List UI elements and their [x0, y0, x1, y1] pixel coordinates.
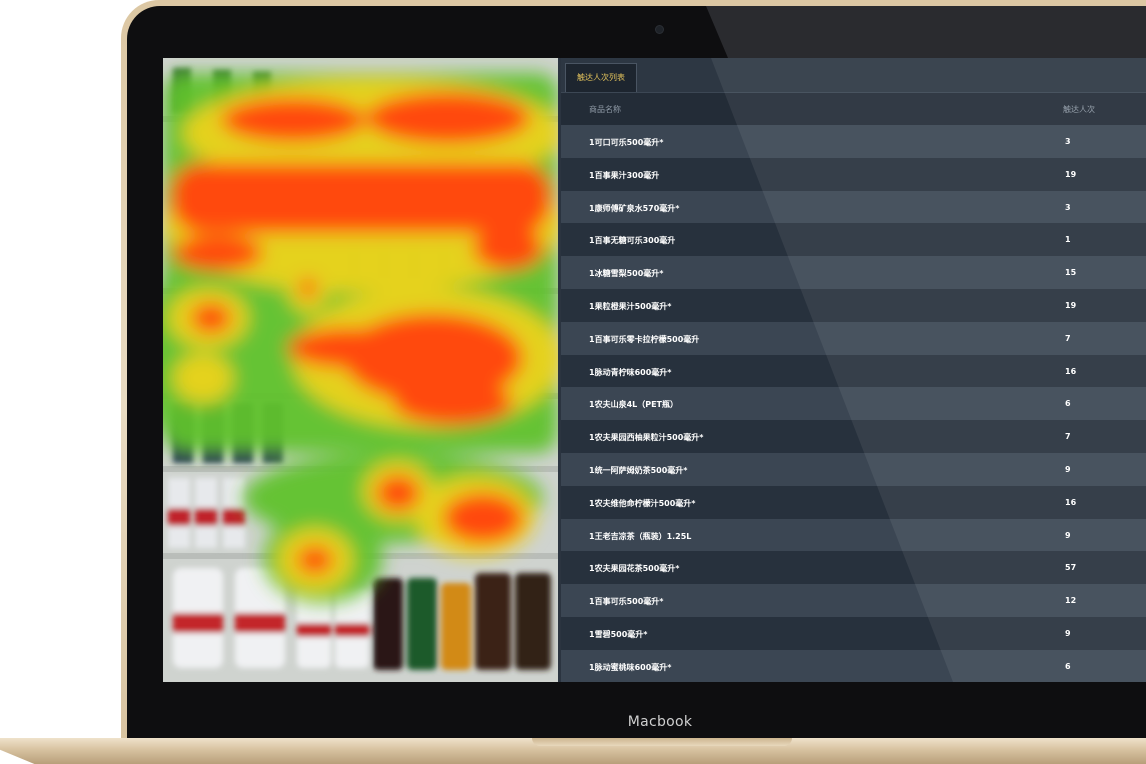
laptop-screen: 触达人次列表 商品名称 触达人次 1可口可乐500毫升* 3 1百事果汁300毫升 1… [163, 58, 1146, 682]
row-product-name: 1脉动蜜桃味600毫升* [589, 662, 672, 672]
table-header: 商品名称 触达人次 [561, 93, 1146, 125]
row-product-name: 1百事无糖可乐300毫升 [589, 236, 676, 246]
laptop-hinge [532, 738, 792, 746]
bezel-reflection [706, 6, 1146, 58]
camera-icon [656, 26, 663, 33]
column-header-count[interactable]: 触达人次 [1063, 104, 1095, 115]
row-product-name: 1农夫果园花茶500毫升* [589, 564, 680, 574]
table-row[interactable]: 1百事可乐500毫升* 12 [561, 584, 1146, 617]
table-row[interactable]: 1果粒橙果汁500毫升* 19 [561, 288, 1146, 322]
table-row[interactable]: 1农夫果园西柚果粒汁500毫升* 7 [561, 420, 1146, 453]
table-row[interactable]: 1脉动蜜桃味600毫升* 6 [561, 649, 1146, 682]
row-product-name: 1农夫果园西柚果粒汁500毫升* [589, 433, 704, 443]
row-reach-count: 15 [1065, 268, 1077, 278]
row-reach-count: 9 [1065, 464, 1071, 474]
tab-bar: 触达人次列表 [561, 58, 1146, 93]
table-row[interactable]: 1王老吉凉茶（瓶装）1.25L 9 [561, 518, 1146, 552]
row-reach-count: 6 [1065, 399, 1071, 409]
row-product-name: 1统一阿萨姆奶茶500毫升* [589, 465, 688, 475]
reach-table-panel: 触达人次列表 商品名称 触达人次 1可口可乐500毫升* 3 1百事果汁300毫升 1… [561, 58, 1146, 682]
row-reach-count: 16 [1065, 497, 1077, 507]
row-product-name: 1雪碧500毫升* [589, 629, 648, 639]
row-reach-count: 7 [1065, 333, 1071, 343]
row-product-name: 1脉动青柠味600毫升* [589, 367, 672, 377]
row-reach-count: 16 [1065, 366, 1077, 376]
row-product-name: 1冰糖雪梨500毫升* [589, 269, 664, 279]
row-product-name: 1百事可乐500毫升* [589, 597, 664, 607]
table-row[interactable]: 1农夫山泉4L（PET瓶） 6 [561, 387, 1146, 421]
table-row[interactable]: 1冰糖雪梨500毫升* 15 [561, 256, 1146, 289]
row-reach-count: 19 [1065, 169, 1077, 179]
brand-label: Macbook [627, 714, 693, 730]
table-row[interactable]: 1雪碧500毫升* 9 [561, 616, 1146, 650]
row-reach-count: 1 [1065, 235, 1071, 245]
shelf-heatmap-image [163, 58, 558, 682]
table-row[interactable]: 1百事果汁300毫升 19 [561, 157, 1146, 191]
row-product-name: 1可口可乐500毫升* [589, 138, 664, 147]
table-row[interactable]: 1脉动青柠味600毫升* 16 [561, 354, 1146, 388]
row-reach-count: 7 [1065, 432, 1071, 442]
row-product-name: 1农夫山泉4L（PET瓶） [589, 400, 679, 410]
row-reach-count: 12 [1065, 596, 1077, 606]
row-product-name: 1王老吉凉茶（瓶装）1.25L [589, 531, 692, 541]
shelf-heatmap [163, 58, 558, 682]
row-product-name: 1康师傅矿泉水570毫升* [589, 203, 680, 213]
row-product-name: 1农夫维他命柠檬汁500毫升* [589, 498, 696, 508]
row-reach-count: 57 [1065, 563, 1077, 573]
row-reach-count: 3 [1065, 202, 1071, 212]
table-row[interactable]: 1统一阿萨姆奶茶500毫升* 9 [561, 452, 1146, 486]
table-row[interactable]: 1康师傅矿泉水570毫升* 3 [561, 190, 1146, 224]
row-reach-count: 9 [1065, 530, 1071, 540]
row-reach-count: 6 [1065, 661, 1071, 671]
table-row[interactable]: 1农夫维他命柠檬汁500毫升* 16 [561, 485, 1146, 519]
table-row[interactable]: 1可口可乐500毫升* 3 [561, 125, 1146, 158]
row-reach-count: 9 [1065, 628, 1071, 638]
column-header-name[interactable]: 商品名称 [589, 104, 621, 115]
row-product-name: 1百事可乐零卡拉柠檬500毫升 [589, 334, 700, 344]
row-product-name: 1百事果汁300毫升 [589, 170, 660, 180]
table-row[interactable]: 1百事无糖可乐300毫升 1 [561, 223, 1146, 257]
row-product-name: 1果粒橙果汁500毫升* [589, 301, 672, 311]
row-reach-count: 3 [1065, 137, 1071, 146]
table-row[interactable]: 1百事可乐零卡拉柠檬500毫升 7 [561, 321, 1146, 355]
table-row[interactable]: 1农夫果园花茶500毫升* 57 [561, 551, 1146, 585]
table-body: 1可口可乐500毫升* 3 1百事果汁300毫升 19 1康师傅矿泉水570毫升* 3 1百… [561, 125, 1146, 682]
tab-reach-list[interactable]: 触达人次列表 [565, 63, 637, 92]
row-reach-count: 19 [1065, 300, 1077, 310]
